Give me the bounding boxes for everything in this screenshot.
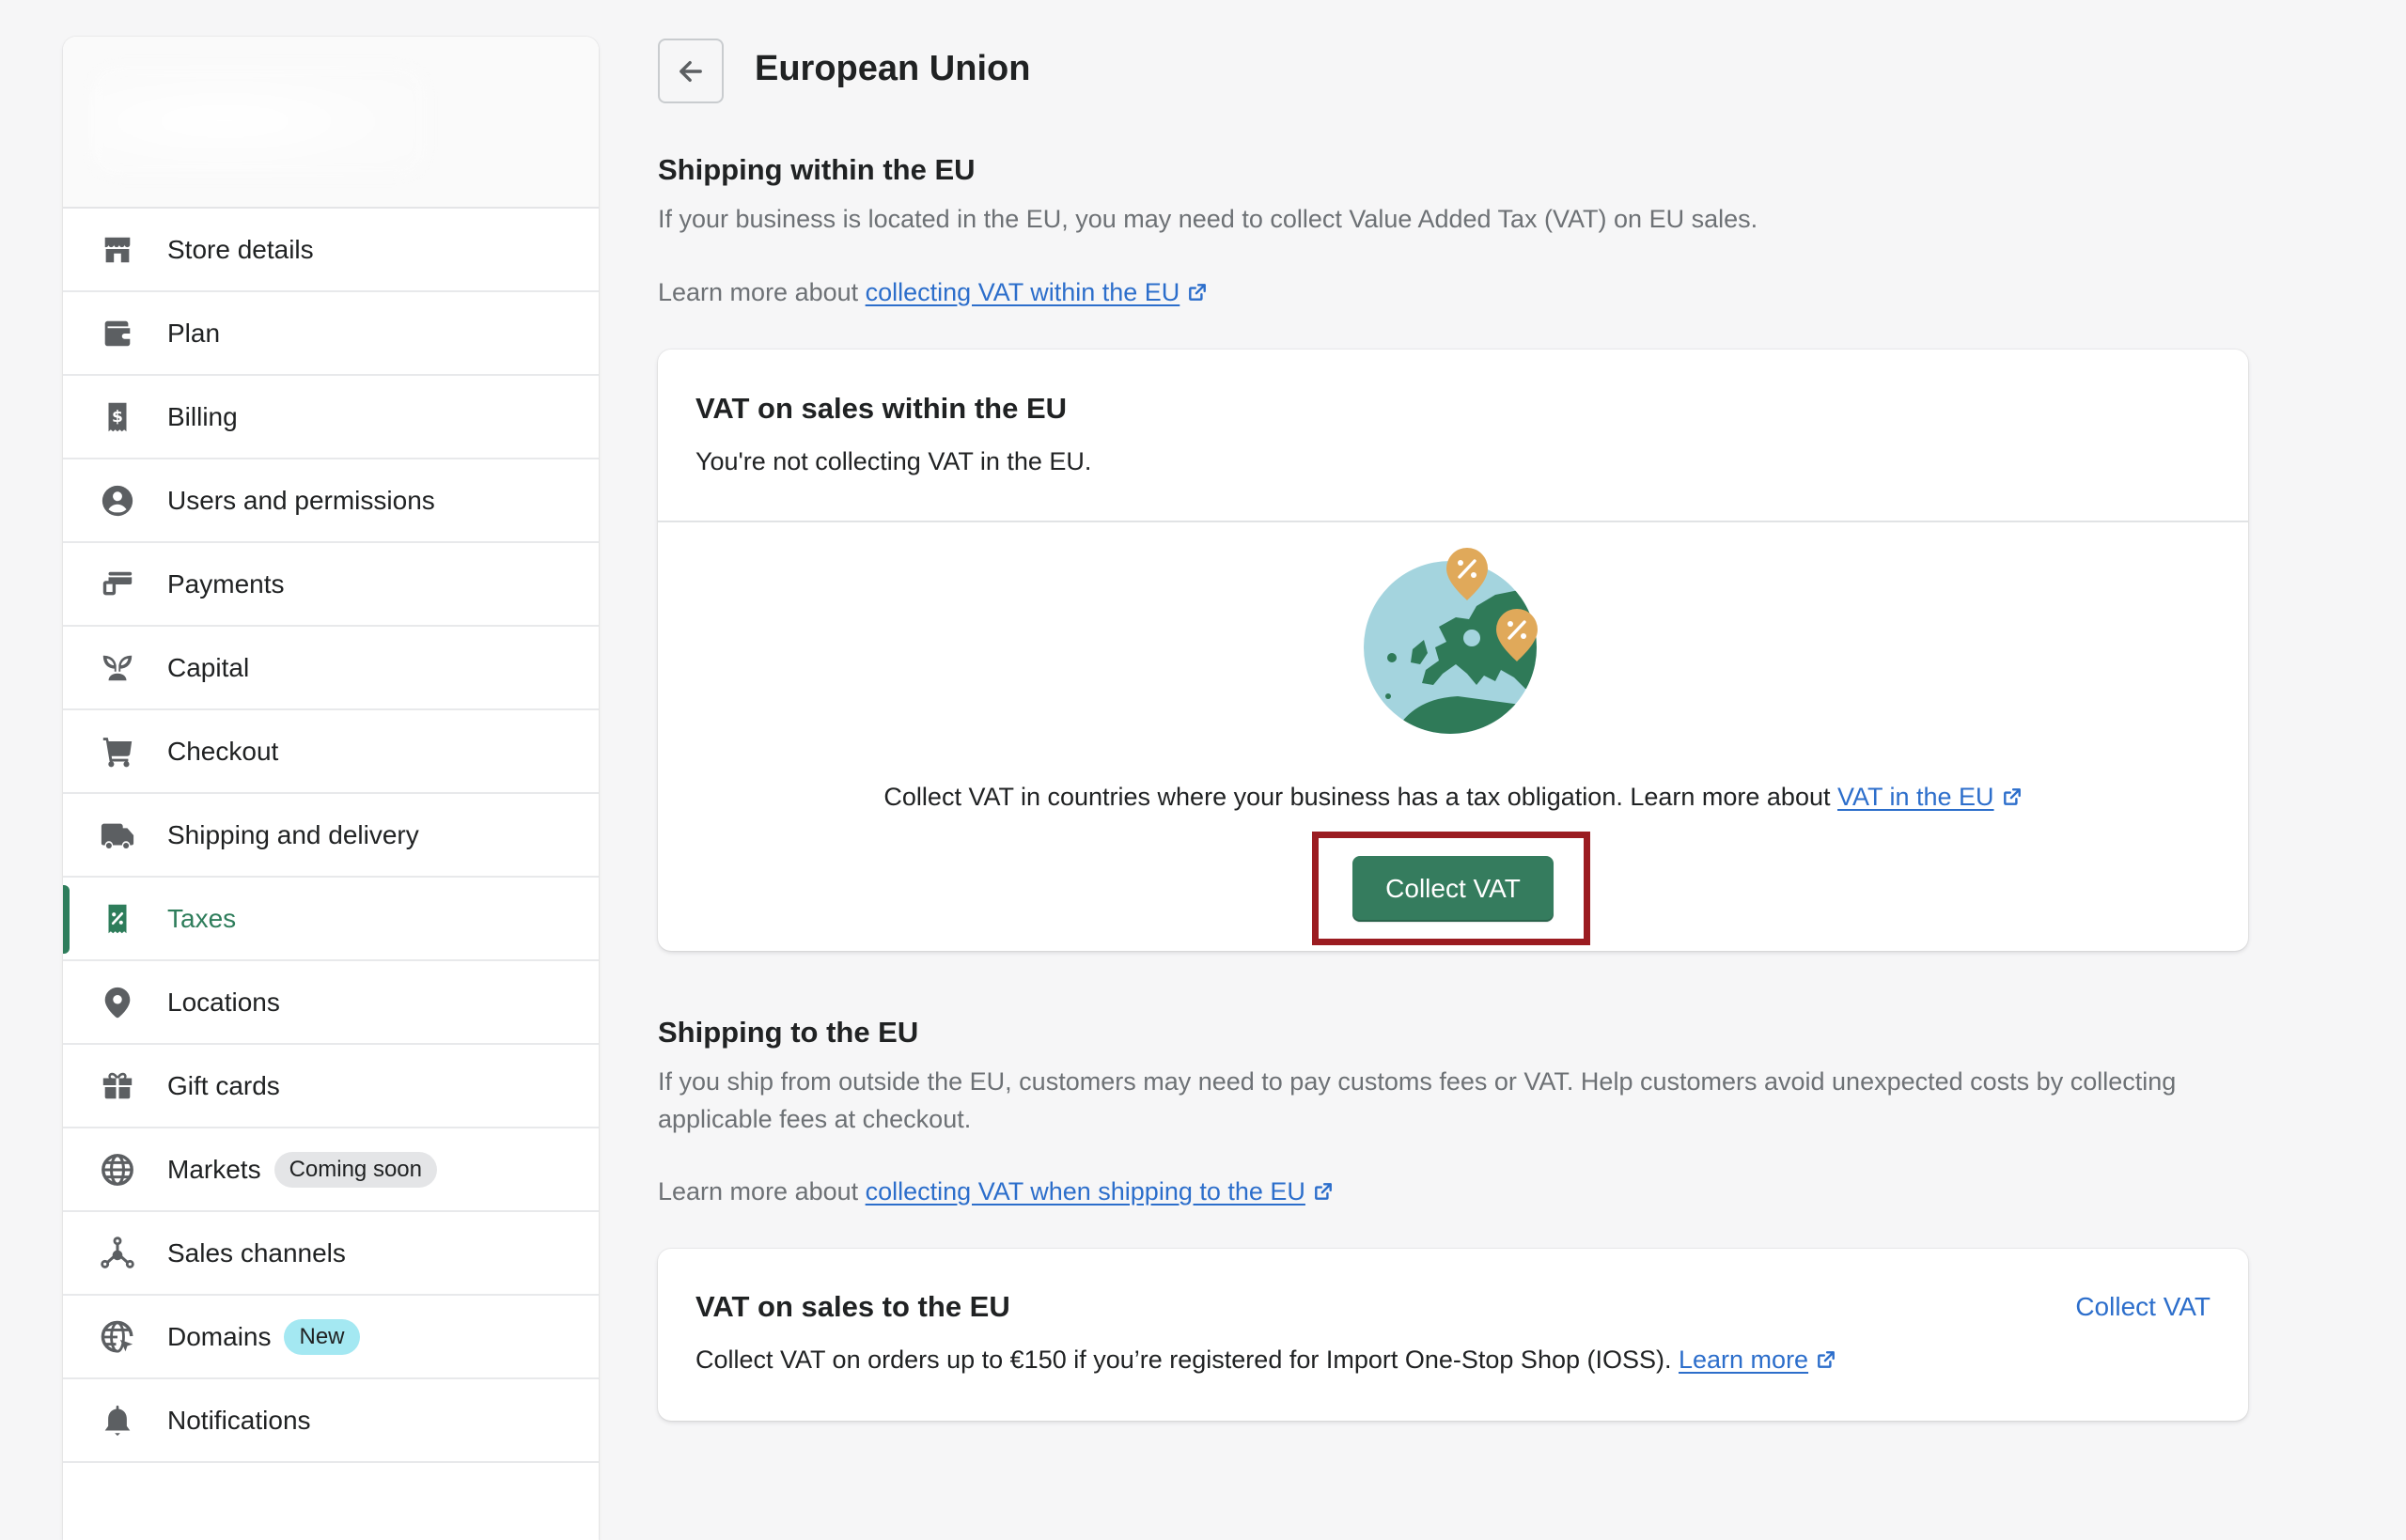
collect-vat-ioss-link[interactable]: Collect VAT bbox=[2075, 1292, 2211, 1322]
sidebar-item-capital[interactable]: Capital bbox=[63, 627, 599, 710]
learn-more-prefix: Learn more about bbox=[658, 278, 866, 306]
collecting-vat-shipping-to-eu-link[interactable]: collecting VAT when shipping to the EU bbox=[866, 1177, 1305, 1206]
sidebar-item-label: Domains bbox=[167, 1321, 272, 1351]
sidebar-item-label: Plan bbox=[167, 318, 221, 348]
store-name-redacted bbox=[89, 65, 428, 178]
sidebar-item-label: Sales channels bbox=[167, 1237, 346, 1268]
sidebar-item-label: Payments bbox=[167, 568, 285, 599]
sidebar-item-billing[interactable]: $ Billing bbox=[63, 376, 599, 459]
sidebar-item-taxes[interactable]: Taxes bbox=[63, 878, 599, 961]
receipt-dollar-icon: $ bbox=[99, 398, 136, 436]
vat-in-eu-link[interactable]: VAT in the EU bbox=[1837, 783, 1994, 811]
sidebar-item-label: Shipping and delivery bbox=[167, 819, 419, 849]
collect-vat-body-text: Collect VAT in countries where your busi… bbox=[883, 783, 1837, 811]
external-link-icon bbox=[1187, 280, 1208, 301]
sidebar-item-users-and-permissions[interactable]: Users and permissions bbox=[63, 459, 599, 543]
channels-icon bbox=[99, 1235, 136, 1272]
card-divider bbox=[658, 521, 2248, 522]
page-title: European Union bbox=[755, 49, 1031, 88]
location-pin-icon bbox=[99, 984, 136, 1021]
user-circle-icon bbox=[99, 482, 136, 520]
sidebar-item-notifications[interactable]: Notifications bbox=[63, 1379, 599, 1463]
new-badge: New bbox=[284, 1318, 360, 1355]
back-button[interactable] bbox=[658, 39, 724, 103]
sidebar-item-locations[interactable]: Locations bbox=[63, 961, 599, 1045]
svg-text:$: $ bbox=[112, 407, 123, 426]
sidebar-item-label: Taxes bbox=[167, 903, 237, 933]
globe-icon bbox=[99, 1151, 136, 1189]
settings-sidebar: Store details Plan $ Billing Users and p… bbox=[63, 37, 599, 1540]
receipt-percent-icon bbox=[99, 900, 136, 938]
ioss-description: Collect VAT on orders up to €150 if you’… bbox=[695, 1346, 1836, 1375]
sidebar-item-label-group: Domains New bbox=[167, 1318, 360, 1355]
external-link-icon bbox=[1816, 1347, 1836, 1368]
sidebar-item-label: Notifications bbox=[167, 1405, 311, 1435]
sidebar-item-domains[interactable]: Domains New bbox=[63, 1296, 599, 1379]
sidebar-item-payments[interactable]: Payments bbox=[63, 543, 599, 627]
store-header bbox=[63, 37, 599, 209]
arrow-left-icon bbox=[680, 60, 702, 82]
collect-vat-description: Collect VAT in countries where your busi… bbox=[658, 783, 2248, 812]
sidebar-item-label: Store details bbox=[167, 234, 314, 264]
sidebar-item-label: Gift cards bbox=[167, 1070, 280, 1100]
section-description-to-eu: If you ship from outside the EU, custome… bbox=[658, 1067, 2177, 1133]
collect-vat-button[interactable]: Collect VAT bbox=[1352, 856, 1554, 922]
card-title: VAT on sales within the EU bbox=[695, 392, 1068, 425]
store-icon bbox=[99, 231, 136, 269]
domain-globe-icon bbox=[99, 1318, 136, 1356]
payments-icon bbox=[99, 566, 136, 603]
vat-within-eu-card: VAT on sales within the EU You're not co… bbox=[658, 350, 2248, 951]
bell-icon bbox=[99, 1402, 136, 1439]
card-title: VAT on sales to the EU bbox=[695, 1290, 1010, 1323]
sidebar-item-store-details[interactable]: Store details bbox=[63, 209, 599, 292]
collecting-vat-within-eu-link[interactable]: collecting VAT within the EU bbox=[866, 278, 1180, 306]
sidebar-item-checkout[interactable]: Checkout bbox=[63, 710, 599, 794]
sidebar-item-label: Billing bbox=[167, 401, 238, 431]
sidebar-item-markets[interactable]: Markets Coming soon bbox=[63, 1128, 599, 1212]
sidebar-item-label-group: Markets Coming soon bbox=[167, 1151, 437, 1188]
sidebar-item-label: Checkout bbox=[167, 736, 279, 766]
sidebar-item-shipping-and-delivery[interactable]: Shipping and delivery bbox=[63, 794, 599, 878]
sidebar-item-label: Capital bbox=[167, 652, 250, 682]
sidebar-item-label: Markets bbox=[167, 1154, 261, 1184]
learn-more-prefix: Learn more about bbox=[658, 1177, 866, 1206]
sidebar-item-label: Locations bbox=[167, 987, 280, 1017]
external-link-icon bbox=[2002, 785, 2023, 805]
sidebar-item-more[interactable] bbox=[63, 1463, 599, 1540]
sidebar-item-plan[interactable]: Plan bbox=[63, 292, 599, 376]
ioss-body-text: Collect VAT on orders up to €150 if you’… bbox=[695, 1346, 1679, 1374]
learn-more-to-eu: Learn more about collecting VAT when shi… bbox=[658, 1177, 1334, 1206]
sidebar-item-sales-channels[interactable]: Sales channels bbox=[63, 1212, 599, 1296]
plant-icon bbox=[99, 649, 136, 687]
ioss-learn-more-link[interactable]: Learn more bbox=[1679, 1346, 1808, 1374]
gift-icon bbox=[99, 1067, 136, 1105]
europe-map-tax-illustration bbox=[1364, 548, 1538, 734]
truck-icon bbox=[99, 817, 136, 854]
vat-status-text: You're not collecting VAT in the EU. bbox=[695, 447, 1092, 475]
external-link-icon bbox=[1313, 1179, 1334, 1200]
section-description-within-eu: If your business is located in the EU, y… bbox=[658, 205, 1758, 233]
wallet-icon bbox=[99, 315, 136, 352]
learn-more-within-eu: Learn more about collecting VAT within t… bbox=[658, 278, 1208, 307]
section-title-within-eu: Shipping within the EU bbox=[658, 153, 976, 186]
vat-to-eu-card: VAT on sales to the EU Collect VAT Colle… bbox=[658, 1249, 2248, 1421]
coming-soon-badge: Coming soon bbox=[273, 1151, 437, 1188]
sidebar-item-label: Users and permissions bbox=[167, 485, 435, 515]
sidebar-item-gift-cards[interactable]: Gift cards bbox=[63, 1045, 599, 1128]
cart-icon bbox=[99, 733, 136, 770]
active-indicator bbox=[63, 885, 70, 954]
section-title-to-eu: Shipping to the EU bbox=[658, 1016, 919, 1049]
